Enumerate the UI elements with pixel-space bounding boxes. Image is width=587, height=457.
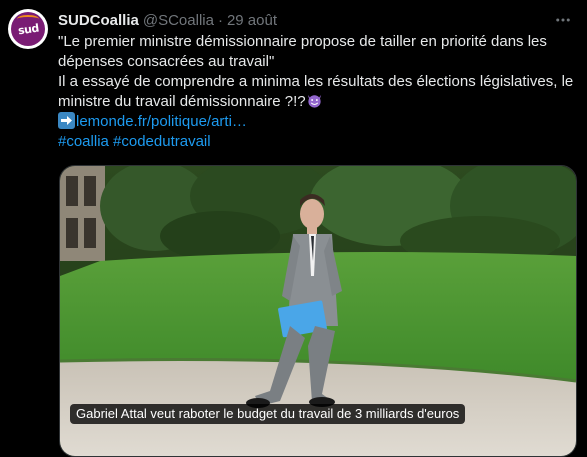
article-link-line: lemonde.fr/politique/arti… — [58, 112, 578, 132]
hashtag-links[interactable]: #coallia #codedutravail — [58, 133, 211, 150]
tweet-date[interactable]: 29 août — [227, 12, 277, 29]
handle[interactable]: @SCoallia — [143, 12, 214, 29]
article-link[interactable]: lemonde.fr/politique/arti… — [76, 113, 247, 130]
tweet-comment: Il a essayé de comprendre a minima les r… — [58, 73, 574, 110]
smiling-devil-icon — [306, 92, 323, 109]
display-name[interactable]: SUDCoallia — [58, 12, 139, 29]
right-arrow-icon — [58, 112, 75, 129]
tweet-header: SUDCoallia @SCoallia · 29 août — [58, 10, 277, 30]
tweet-text: "Le premier ministre démissionnaire prop… — [58, 32, 578, 152]
hashtags: #coallia #codedutravail — [58, 132, 578, 152]
avatar[interactable]: sud — [8, 9, 48, 49]
sud-logo: sud — [11, 12, 45, 46]
tweet-quote: "Le premier ministre démissionnaire prop… — [58, 33, 547, 70]
avatar-text: sud — [16, 21, 40, 37]
media-caption: Gabriel Attal veut raboter le budget du … — [70, 404, 466, 424]
separator-dot: · — [217, 11, 223, 29]
tweet-media[interactable]: Gabriel Attal veut raboter le budget du … — [59, 165, 577, 457]
more-options-icon[interactable] — [551, 8, 575, 32]
